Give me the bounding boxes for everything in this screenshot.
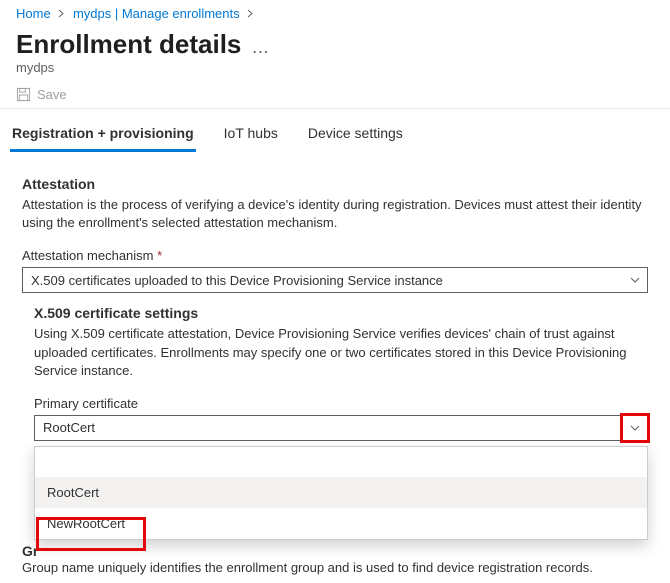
chevron-right-icon	[243, 6, 258, 21]
chevron-down-icon	[629, 274, 641, 286]
chevron-down-icon	[629, 422, 641, 434]
primary-certificate-value: RootCert	[34, 415, 622, 441]
primary-certificate-dropdown: RootCert NewRootCert	[34, 446, 648, 540]
attestation-mechanism-select[interactable]: X.509 certificates uploaded to this Devi…	[22, 267, 648, 293]
tab-device-settings[interactable]: Device settings	[306, 119, 405, 152]
page-title: Enrollment details	[16, 29, 241, 60]
page-subtitle: mydps	[0, 60, 670, 83]
breadcrumb-home[interactable]: Home	[16, 6, 51, 21]
breadcrumb: Home mydps | Manage enrollments	[0, 0, 670, 23]
attestation-description: Attestation is the process of verifying …	[22, 196, 648, 232]
x509-heading: X.509 certificate settings	[34, 305, 648, 321]
breadcrumb-manage-enrollments[interactable]: mydps | Manage enrollments	[73, 6, 240, 21]
primary-certificate-select[interactable]: RootCert	[34, 415, 648, 441]
save-icon	[16, 87, 31, 102]
dropdown-option-empty[interactable]	[35, 447, 647, 477]
dropdown-option-rootcert[interactable]: RootCert	[35, 477, 647, 508]
tab-iot-hubs[interactable]: IoT hubs	[222, 119, 280, 152]
attestation-mechanism-value: X.509 certificates uploaded to this Devi…	[31, 273, 443, 288]
primary-certificate-chevron[interactable]	[622, 415, 648, 441]
attestation-mechanism-label: Attestation mechanism *	[22, 248, 648, 263]
group-name-section: Gr Group name uniquely identifies the en…	[22, 543, 648, 577]
group-name-description: Group name uniquely identifies the enrol…	[22, 559, 648, 577]
group-name-heading: Gr	[22, 543, 648, 559]
dropdown-option-newrootcert[interactable]: NewRootCert	[35, 508, 647, 539]
chevron-right-icon	[54, 6, 69, 21]
x509-description: Using X.509 certificate attestation, Dev…	[34, 325, 648, 380]
command-bar: Save	[0, 83, 670, 109]
tabs: Registration + provisioning IoT hubs Dev…	[0, 109, 670, 152]
tab-registration-provisioning[interactable]: Registration + provisioning	[10, 119, 196, 152]
primary-certificate-label: Primary certificate	[34, 396, 648, 411]
save-button[interactable]: Save	[37, 87, 67, 102]
more-actions-button[interactable]: …	[251, 37, 269, 58]
attestation-heading: Attestation	[22, 176, 648, 192]
